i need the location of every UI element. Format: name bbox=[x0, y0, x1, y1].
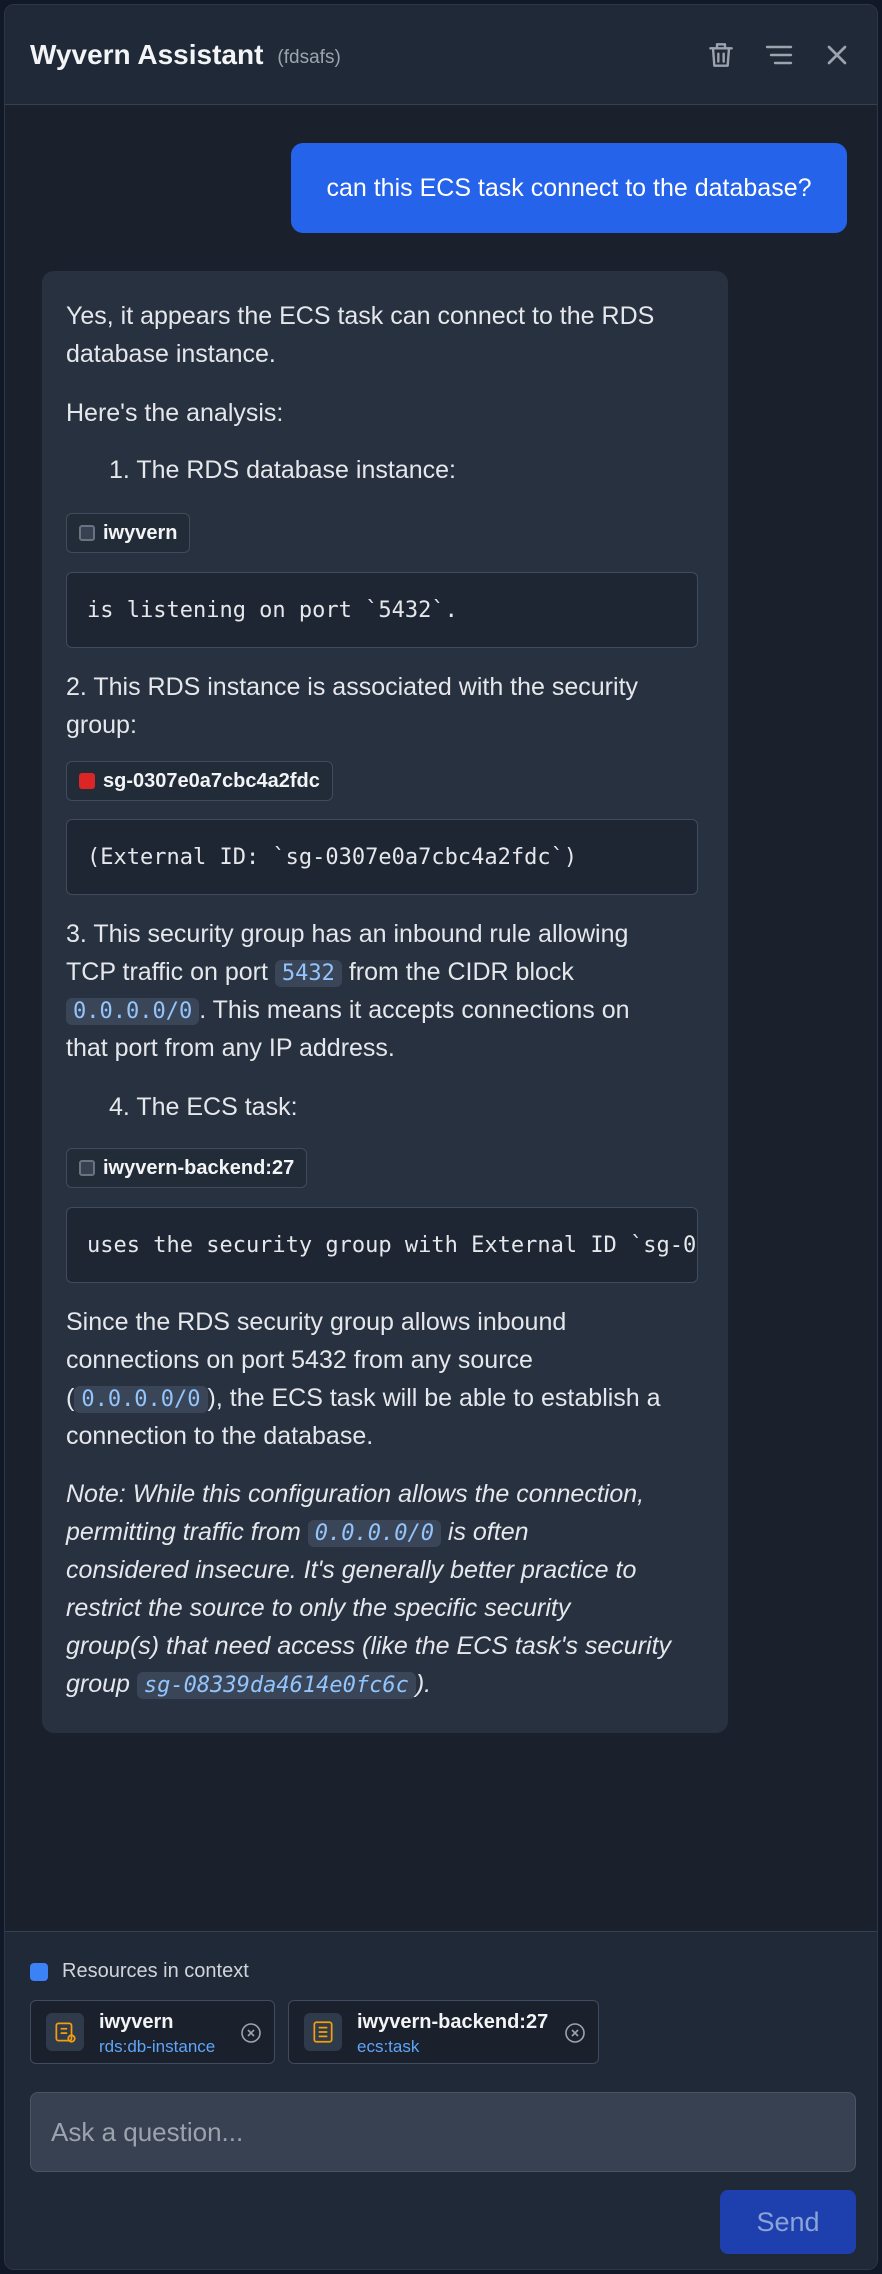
code-block-1: is listening on port `5432`. bbox=[66, 572, 698, 648]
app-title: Wyvern Assistant bbox=[30, 38, 264, 70]
analysis-heading: Here's the analysis: bbox=[66, 399, 284, 427]
context-indicator-icon bbox=[30, 1962, 48, 1981]
step-3-line-1: 3. This security group has an inbound ru… bbox=[66, 920, 629, 948]
text: permitting traffic from bbox=[66, 1518, 301, 1546]
intro-line-1: Yes, it appears the ECS task can connect… bbox=[66, 302, 655, 330]
text: ). bbox=[415, 1670, 432, 1698]
step-3-line-4: that port from any IP address. bbox=[66, 1034, 395, 1062]
note-line-2: permitting traffic from 0.0.0.0/0 is oft… bbox=[66, 1513, 529, 1553]
user-message: can this ECS task connect to the databas… bbox=[291, 143, 847, 233]
chip-label: iwyvern-backend:27 bbox=[103, 1156, 295, 1179]
resource-name: iwyvern-backend:27 bbox=[357, 2011, 549, 2033]
context-resource-rds[interactable]: iwyvern rds:db-instance bbox=[30, 2000, 275, 2064]
database-icon bbox=[46, 2013, 84, 2051]
since-line-1: Since the RDS security group allows inbo… bbox=[66, 1308, 567, 1336]
text: from the CIDR block bbox=[348, 958, 574, 986]
inline-code-port: 5432 bbox=[274, 960, 342, 987]
step-2-line-2: group: bbox=[66, 711, 137, 739]
step-4: 4. The ECS task: bbox=[109, 1093, 298, 1121]
resource-chip-sg[interactable]: sg-0307e0a7cbc4a2fdc bbox=[66, 761, 333, 801]
since-line-2: connections on port 5432 from any source bbox=[66, 1346, 533, 1374]
inline-code-cidr: 0.0.0.0/0 bbox=[307, 1520, 441, 1547]
step-1: 1. The RDS database instance: bbox=[109, 456, 456, 484]
resources-in-context-label: Resources in context bbox=[30, 1960, 249, 1983]
task-icon bbox=[79, 1160, 95, 1176]
note-line-3: considered insecure. It's generally bett… bbox=[66, 1556, 637, 1584]
assistant-panel: Wyvern Assistant (fdsafs) can this ECS t… bbox=[4, 4, 878, 2270]
chip-label: iwyvern bbox=[103, 521, 178, 544]
since-line-3: (0.0.0.0/0), the ECS task will be able t… bbox=[66, 1379, 661, 1419]
remove-circle-icon[interactable] bbox=[563, 2021, 587, 2045]
close-icon[interactable] bbox=[821, 39, 853, 71]
resource-chip-ecs[interactable]: iwyvern-backend:27 bbox=[66, 1148, 308, 1188]
context-resource-ecs[interactable]: iwyvern-backend:27 ecs:task bbox=[288, 2000, 599, 2064]
note-line-5: group(s) that need access (like the ECS … bbox=[66, 1632, 672, 1660]
text: is often bbox=[447, 1518, 529, 1546]
resource-name: iwyvern bbox=[99, 2011, 174, 2033]
text: TCP traffic on port bbox=[66, 958, 268, 986]
context-label-text: Resources in context bbox=[62, 1960, 249, 1982]
menu-lines-icon[interactable] bbox=[763, 39, 795, 71]
shield-icon bbox=[79, 773, 95, 789]
chip-label: sg-0307e0a7cbc4a2fdc bbox=[103, 769, 320, 792]
step-2-line-1: 2. This RDS instance is associated with … bbox=[66, 673, 639, 701]
task-list-icon bbox=[304, 2013, 342, 2051]
text: . This means it accepts connections on bbox=[199, 996, 630, 1024]
remove-circle-icon[interactable] bbox=[239, 2021, 263, 2045]
step-3-line-3: 0.0.0.0/0. This means it accepts connect… bbox=[66, 991, 630, 1031]
footer: Resources in context iwyvern rds:db-inst… bbox=[5, 1931, 877, 2269]
resource-chip-rds[interactable]: iwyvern bbox=[66, 513, 191, 553]
inline-code-sg: sg-08339da4614e0fc6c bbox=[136, 1672, 416, 1699]
inline-code-cidr: 0.0.0.0/0 bbox=[74, 1386, 208, 1413]
step-3-line-2: TCP traffic on port 5432 from the CIDR b… bbox=[66, 953, 574, 993]
since-line-4: connection to the database. bbox=[66, 1422, 374, 1450]
code-block-2: (External ID: `sg-0307e0a7cbc4a2fdc`) bbox=[66, 819, 698, 895]
note-line-4: restrict the source to only the specific… bbox=[66, 1594, 571, 1622]
resource-type: ecs:task bbox=[357, 2037, 420, 2056]
text: group bbox=[66, 1670, 130, 1698]
question-input[interactable]: Ask a question... bbox=[30, 2092, 856, 2172]
trash-icon[interactable] bbox=[705, 39, 737, 71]
app-subtitle: (fdsafs) bbox=[277, 46, 341, 68]
inline-code-cidr: 0.0.0.0/0 bbox=[66, 998, 200, 1025]
database-icon bbox=[79, 525, 95, 541]
header: Wyvern Assistant (fdsafs) bbox=[5, 5, 877, 105]
assistant-message: Yes, it appears the ECS task can connect… bbox=[42, 271, 728, 1733]
send-button[interactable]: Send bbox=[720, 2190, 856, 2254]
intro-line-2: database instance. bbox=[66, 340, 276, 368]
code-block-3[interactable]: uses the security group with External ID… bbox=[66, 1207, 698, 1283]
note-line-1: Note: While this configuration allows th… bbox=[66, 1480, 645, 1508]
note-line-6: group sg-08339da4614e0fc6c). bbox=[66, 1665, 431, 1705]
resource-type: rds:db-instance bbox=[99, 2037, 216, 2056]
text: ), the ECS task will be able to establis… bbox=[207, 1384, 661, 1412]
